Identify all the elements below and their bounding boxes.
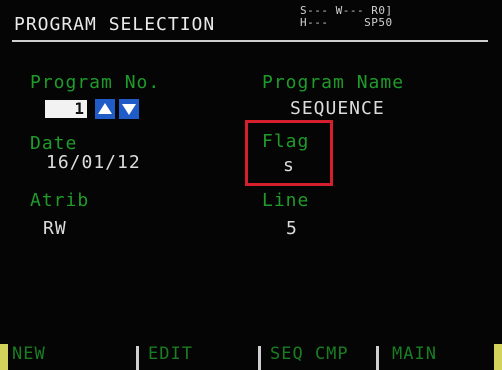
status-line-2: H--- SP50 <box>300 16 393 29</box>
program-no-field[interactable]: 1 <box>45 99 87 118</box>
line-label: Line <box>262 190 310 211</box>
decrement-button[interactable] <box>119 99 139 119</box>
increment-button[interactable] <box>95 99 115 119</box>
page-title: PROGRAM SELECTION <box>14 14 216 35</box>
program-name-value: SEQUENCE <box>290 98 385 119</box>
softkey-bar-left-edge <box>0 344 8 370</box>
triangle-up-icon <box>98 103 112 114</box>
softkey-main[interactable]: MAIN <box>392 344 437 370</box>
softkey-bar: NEW EDIT SEQ CMP MAIN <box>0 344 502 370</box>
flag-highlight-box <box>245 120 333 186</box>
program-name-label: Program Name <box>262 72 405 93</box>
program-no-value: 1 <box>74 99 84 118</box>
triangle-down-icon <box>122 104 136 115</box>
program-no-label: Program No. <box>30 72 161 93</box>
date-label: Date <box>30 133 78 154</box>
program-selection-screen: PROGRAM SELECTION S--- W--- R0] H--- SP5… <box>0 0 502 370</box>
atrib-value: RW <box>43 218 67 239</box>
softkey-edit[interactable]: EDIT <box>148 344 193 370</box>
softkey-seq-cmp[interactable]: SEQ CMP <box>270 344 349 370</box>
title-divider <box>12 40 488 42</box>
softkey-separator <box>258 346 261 370</box>
softkey-separator <box>136 346 139 370</box>
softkey-bar-right-edge <box>494 344 502 370</box>
softkey-new[interactable]: NEW <box>12 344 46 370</box>
atrib-label: Atrib <box>30 190 90 211</box>
date-value: 16/01/12 <box>46 152 141 173</box>
line-value: 5 <box>286 218 298 239</box>
softkey-separator <box>376 346 379 370</box>
title-bar: PROGRAM SELECTION <box>12 6 488 42</box>
status-indicator: S--- W--- R0] H--- SP50 <box>300 5 393 29</box>
